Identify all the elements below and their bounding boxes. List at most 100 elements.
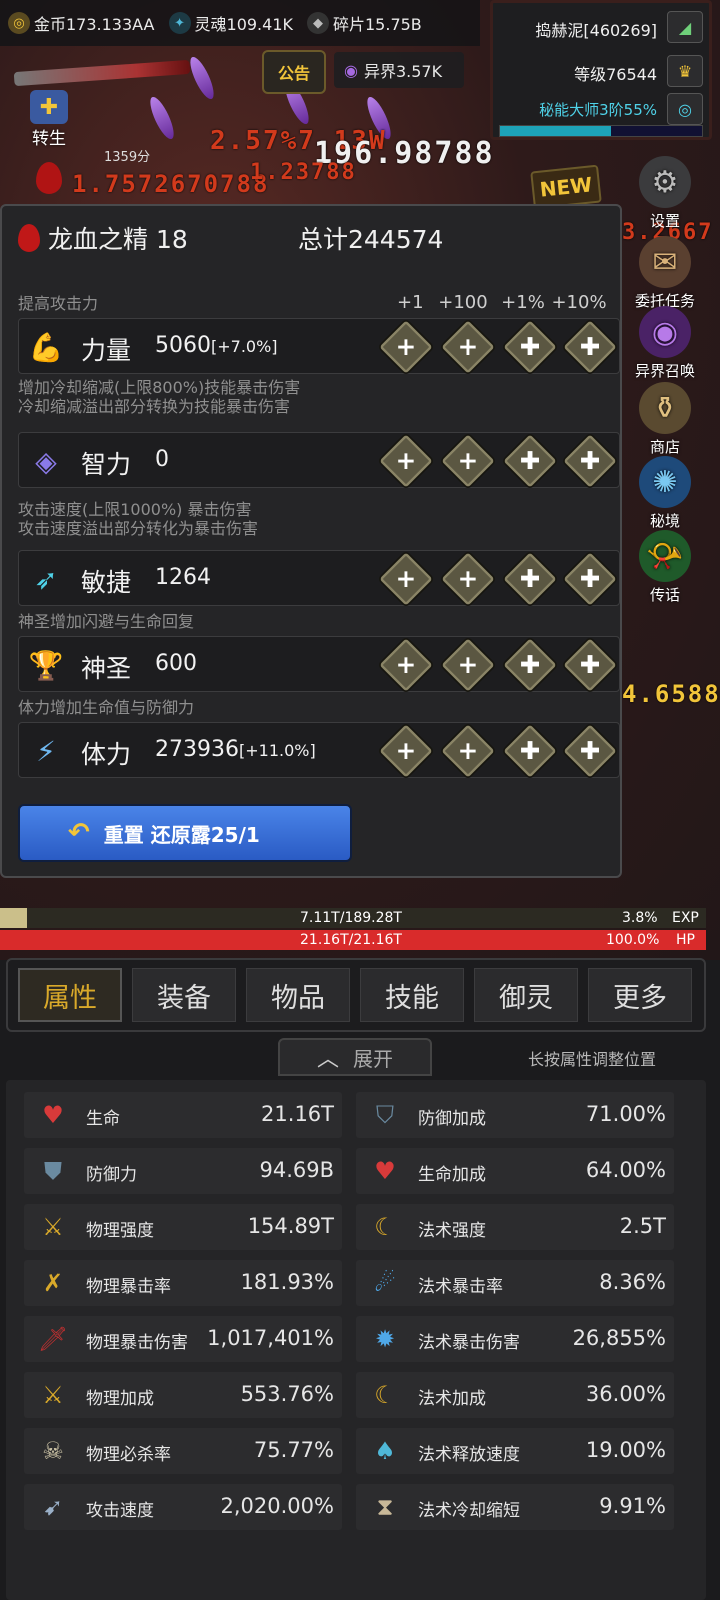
attribute-cell[interactable]: ☠ 物理必杀率 75.77% xyxy=(24,1428,342,1474)
currency-shard: ◆ 碎片15.75B xyxy=(307,11,422,35)
plus-1pct-button[interactable]: ✚ xyxy=(501,722,559,780)
damage-number: 1.7572670788 xyxy=(72,170,270,198)
attribute-name: 物理必杀率 xyxy=(86,1445,171,1465)
attribute-name: 防御力 xyxy=(86,1165,137,1185)
dialog-title: 龙血之精 18 xyxy=(18,220,188,256)
tab-attributes[interactable]: 属性 xyxy=(18,968,122,1022)
player-panel: 捣赫泥[460269] ◢ 等级76544 ♛ 秘能大师3阶55% ◎ xyxy=(490,0,712,140)
plus-1pct-button[interactable]: ✚ xyxy=(501,432,559,490)
attribute-cell[interactable]: ✹ 法术暴击伤害 26,855% xyxy=(356,1316,674,1362)
attribute-cell[interactable]: ☄ 法术暴击率 8.36% xyxy=(356,1260,674,1306)
plus-1-button[interactable]: + xyxy=(377,318,435,376)
hp-label: HP xyxy=(676,932,695,948)
attribute-value: 8.36% xyxy=(599,1270,666,1294)
swirl-icon[interactable]: ◎ xyxy=(667,93,703,125)
plus-100-button[interactable]: + xyxy=(439,432,497,490)
attribute-cell[interactable]: ⚔ 物理加成 553.76% xyxy=(24,1372,342,1418)
tab-equipment[interactable]: 装备 xyxy=(132,968,236,1022)
expand-button[interactable]: ︿ 展开 xyxy=(278,1038,432,1076)
stat-value: 5060[+7.0%] xyxy=(155,333,278,358)
stat-value: 273936[+11.0%] xyxy=(155,737,316,762)
exp-bar-fill xyxy=(0,908,27,928)
rebirth-button[interactable]: ✚ 转生 xyxy=(22,90,76,149)
shield-down-icon: ⛉ xyxy=(376,1101,394,1129)
stat-value: 0 xyxy=(155,447,169,472)
plus-100-button[interactable]: + xyxy=(439,722,497,780)
tab-more[interactable]: 更多 xyxy=(588,968,692,1022)
side-shop-button[interactable]: ⚱ 商店 xyxy=(630,382,700,457)
attribute-name: 法术暴击伤害 xyxy=(418,1333,520,1353)
side-message-label: 传话 xyxy=(649,586,680,604)
attribute-cell[interactable]: 🗡 物理暴击伤害 1,017,401% xyxy=(24,1316,342,1362)
plus-1-button[interactable]: + xyxy=(377,550,435,608)
announcement-button[interactable]: 公告 xyxy=(262,50,326,94)
attribute-value: 19.00% xyxy=(585,1438,666,1462)
attribute-cell[interactable]: ♠ 法术释放速度 19.00% xyxy=(356,1428,674,1474)
hint-intellect: 增加冷却缩减(上限800%)技能暴击伤害 冷却缩减溢出部分转换为技能暴击伤害 xyxy=(18,378,301,416)
plus-10pct-button[interactable]: ✚ xyxy=(561,318,619,376)
plus-1pct-button[interactable]: ✚ xyxy=(501,550,559,608)
currency-gold-label: 金币173.133AA xyxy=(34,15,155,34)
plus-100-button[interactable]: + xyxy=(439,318,497,376)
plus-100-button[interactable]: + xyxy=(439,636,497,694)
increment-column-headers: +1 +100 +1% +10% xyxy=(397,292,611,313)
plus-10pct-button[interactable]: ✚ xyxy=(561,722,619,780)
plus-100-button[interactable]: + xyxy=(439,550,497,608)
side-quest-button[interactable]: ✉ 委托任务 xyxy=(630,236,700,311)
side-summon-button[interactable]: ◉ 异界召唤 xyxy=(630,306,700,381)
timer-text: 1359分 xyxy=(104,150,151,165)
attribute-name: 法术释放速度 xyxy=(418,1445,520,1465)
attribute-value: 64.00% xyxy=(585,1158,666,1182)
stat-name: 神圣 xyxy=(81,654,132,683)
attribute-value: 553.76% xyxy=(240,1382,334,1406)
attribute-point-dialog: 龙血之精 18 总计244574 +1 +100 +1% +10% 提高攻击力 … xyxy=(0,204,622,878)
attribute-cell[interactable]: ♥ 生命加成 64.00% xyxy=(356,1148,674,1194)
attribute-name: 法术加成 xyxy=(418,1389,486,1409)
attribute-grid: ♥ 生命 21.16T ⛉ 防御加成 71.00% ⛊ 防御力 94.69B ♥ 生命加成 64.00… xyxy=(6,1080,706,1600)
hp-bar: 21.16T/21.16T 100.0% HP xyxy=(0,930,706,950)
plus-1-button[interactable]: + xyxy=(377,432,435,490)
side-settings-label: 设置 xyxy=(649,212,680,230)
reset-button[interactable]: ↶ 重置 还原露25/1 xyxy=(18,804,352,862)
attribute-value: 2,020.00% xyxy=(220,1494,334,1518)
magic-burst-icon: ✹ xyxy=(374,1325,396,1353)
blood-drop-icon[interactable] xyxy=(36,162,62,194)
side-settings-button[interactable]: ⚙ 设置 xyxy=(630,156,700,231)
attribute-name: 物理暴击率 xyxy=(86,1277,171,1297)
plus-1pct-button[interactable]: ✚ xyxy=(501,318,559,376)
attribute-cell[interactable]: ☾ 法术强度 2.5T xyxy=(356,1204,674,1250)
side-message-button[interactable]: 📯 传话 xyxy=(630,530,700,605)
crown-icon[interactable]: ♛ xyxy=(667,55,703,87)
attribute-cell[interactable]: ⛉ 防御加成 71.00% xyxy=(356,1092,674,1138)
signal-icon[interactable]: ◢ xyxy=(667,11,703,43)
attribute-cell[interactable]: ✗ 物理暴击率 181.93% xyxy=(24,1260,342,1306)
attribute-cell[interactable]: ⧗ 法术冷却缩短 9.91% xyxy=(356,1484,674,1530)
plus-10pct-button[interactable]: ✚ xyxy=(561,636,619,694)
attribute-cell[interactable]: ⛊ 防御力 94.69B xyxy=(24,1148,342,1194)
otherworld-button[interactable]: ◉ 异界3.57K xyxy=(334,52,464,88)
tab-skills[interactable]: 技能 xyxy=(360,968,464,1022)
plus-10pct-button[interactable]: ✚ xyxy=(561,550,619,608)
side-secret-realm-button[interactable]: ✺ 秘境 xyxy=(630,456,700,531)
plus-1-button[interactable]: + xyxy=(377,722,435,780)
plus-1pct-button[interactable]: ✚ xyxy=(501,636,559,694)
tab-items[interactable]: 物品 xyxy=(246,968,350,1022)
tab-spirits[interactable]: 御灵 xyxy=(474,968,578,1022)
attribute-cell[interactable]: ☾ 法术加成 36.00% xyxy=(356,1372,674,1418)
plus-1-button[interactable]: + xyxy=(377,636,435,694)
gear-icon: ⚙ xyxy=(639,156,691,208)
attribute-name: 防御加成 xyxy=(418,1109,486,1129)
attribute-name: 法术暴击率 xyxy=(418,1277,503,1297)
stat-value: 600 xyxy=(155,651,197,676)
plus-10pct-button[interactable]: ✚ xyxy=(561,432,619,490)
mastery-progress-bar xyxy=(499,125,703,137)
new-badge[interactable]: NEW xyxy=(530,164,602,210)
damage-number: 1.23788 xyxy=(250,160,357,185)
attribute-value: 71.00% xyxy=(585,1102,666,1126)
soul-icon: ✦ xyxy=(168,12,191,34)
attribute-name: 攻击速度 xyxy=(86,1501,154,1521)
attribute-cell[interactable]: ➹ 攻击速度 2,020.00% xyxy=(24,1484,342,1530)
currency-gold: ◎ 金币173.133AA xyxy=(8,11,155,35)
attribute-cell[interactable]: ⚔ 物理强度 154.89T xyxy=(24,1204,342,1250)
attribute-cell[interactable]: ♥ 生命 21.16T xyxy=(24,1092,342,1138)
